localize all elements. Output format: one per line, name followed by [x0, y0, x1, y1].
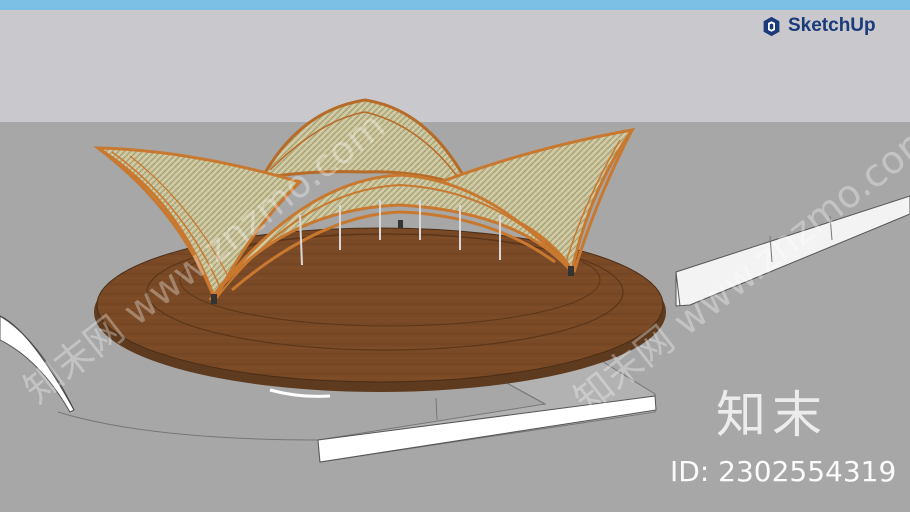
watermark-site-name: 知末	[716, 386, 828, 444]
sketchup-brand: SketchUp	[761, 15, 876, 37]
sketchup-logo-icon	[763, 16, 780, 36]
watermark-id: ID: 2302554319	[670, 455, 897, 488]
brand-name: SketchUp	[788, 15, 876, 36]
